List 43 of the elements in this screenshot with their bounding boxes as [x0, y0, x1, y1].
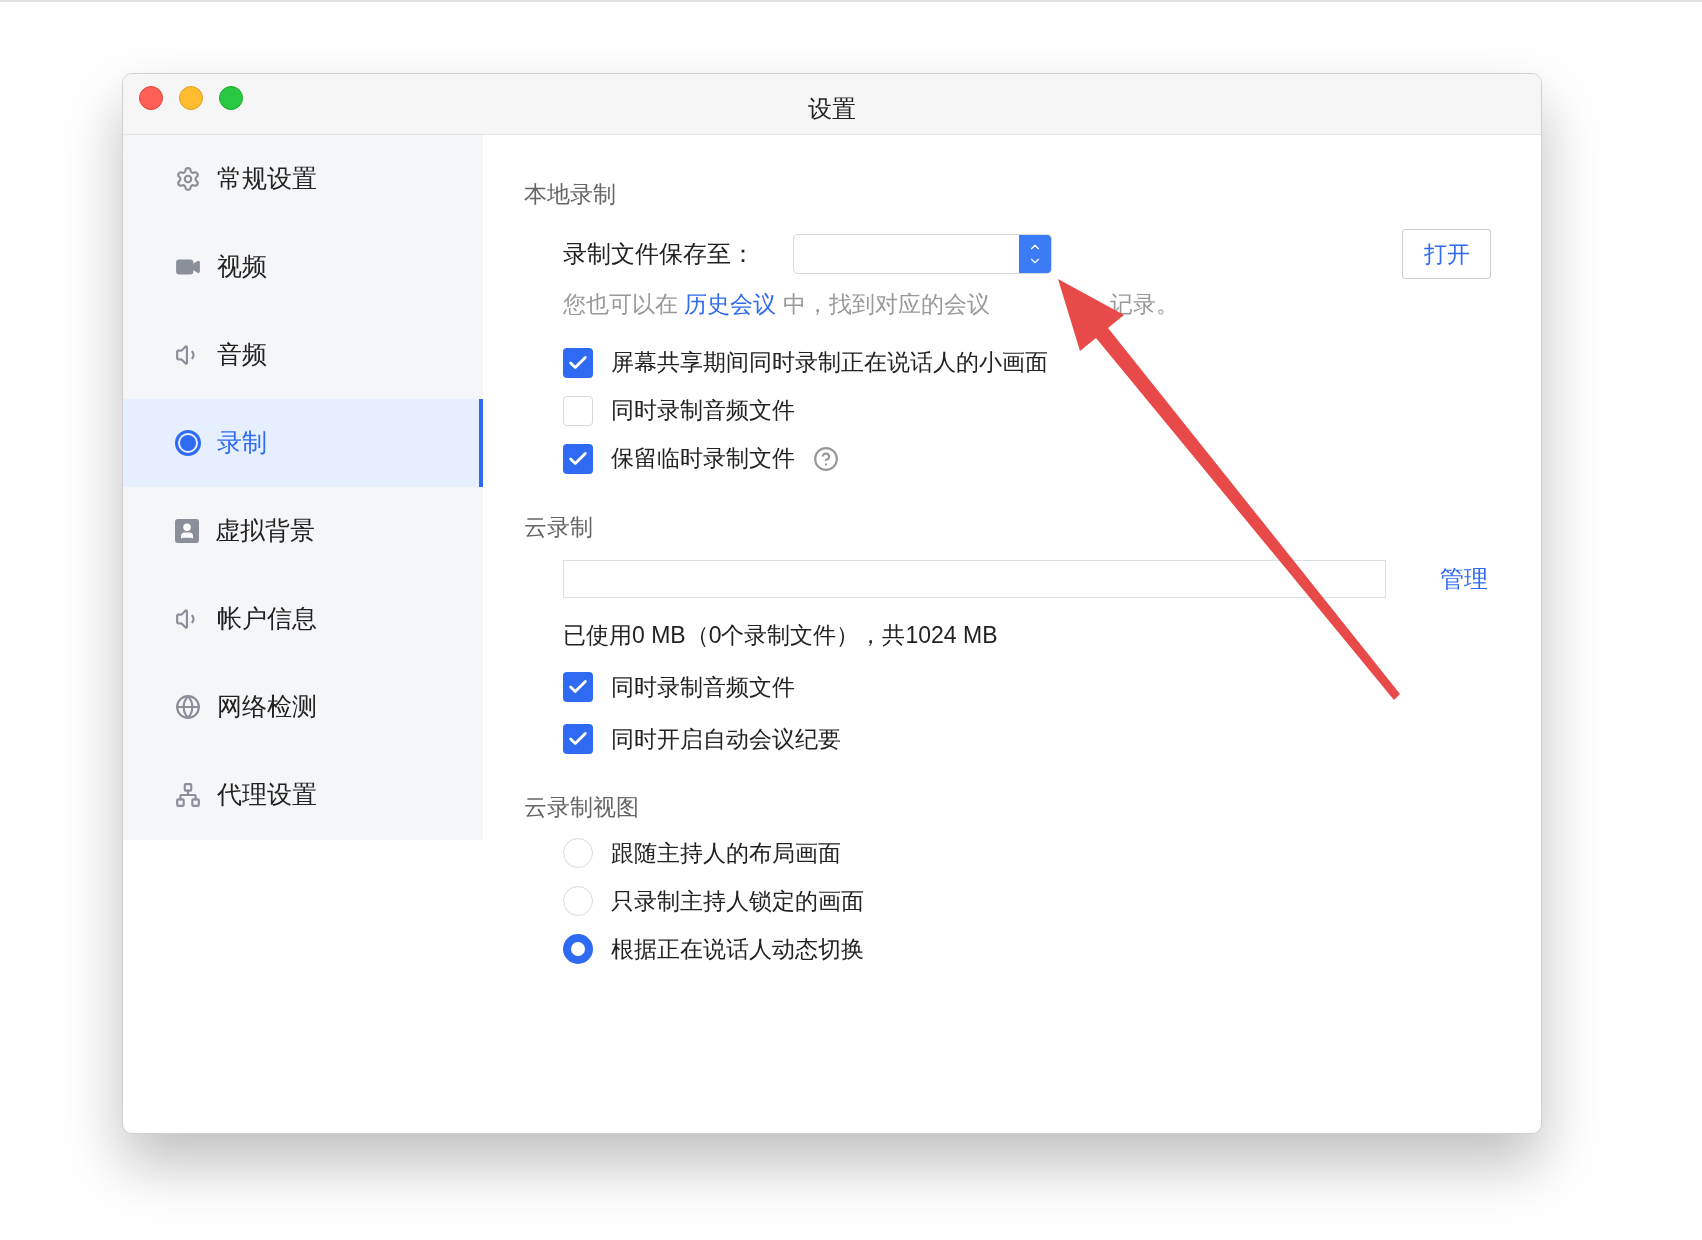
sidebar-item[interactable]: 帐户信息 — [123, 575, 483, 663]
checkbox[interactable] — [563, 395, 593, 426]
radio-button[interactable] — [563, 934, 593, 964]
sidebar-item[interactable]: 网络检测 — [123, 663, 483, 751]
section-title: 本地录制 — [524, 180, 617, 209]
option-label: 同时录制音频文件 — [611, 396, 795, 426]
network-icon — [175, 782, 201, 808]
option-label: 根据正在说话人动态切换 — [611, 934, 864, 964]
option-label: 同时开启自动会议纪要 — [611, 724, 841, 754]
sidebar-item[interactable]: 音频 — [123, 311, 483, 399]
minimize-button[interactable] — [179, 86, 203, 110]
history-link[interactable]: 历史会议 — [684, 291, 777, 317]
option-label: 只录制主持人锁定的画面 — [611, 886, 864, 916]
section-title: 云录制视图 — [524, 793, 640, 822]
folder-select[interactable] — [793, 234, 1052, 274]
option-label: 屏幕共享期间同时录制正在说话人的小画面 — [611, 348, 1048, 378]
open-button[interactable]: 打开 — [1402, 229, 1491, 279]
globe-icon — [175, 694, 201, 720]
stepper-icon — [1019, 235, 1051, 273]
option-label: 保留临时录制文件 — [611, 444, 795, 474]
sidebar-item[interactable]: 代理设置 — [123, 751, 483, 839]
usage-text: 已使用0 MB（0个录制文件），共1024 MB — [563, 620, 999, 650]
checkbox[interactable] — [563, 443, 593, 474]
close-button[interactable] — [139, 86, 163, 110]
manage-link[interactable]: 管理 — [1440, 560, 1488, 597]
help-icon[interactable] — [813, 445, 839, 472]
gear-icon — [175, 166, 201, 192]
checkbox[interactable] — [563, 724, 593, 754]
zoom-button[interactable] — [219, 86, 243, 110]
sidebar-item[interactable]: 常规设置 — [123, 135, 483, 223]
record-icon — [175, 430, 201, 456]
checkbox[interactable] — [563, 672, 593, 702]
option-label: 跟随主持人的布局画面 — [611, 838, 841, 868]
sidebar-item[interactable]: 虚拟背景 — [123, 487, 483, 575]
option-label: 同时录制音频文件 — [611, 672, 795, 702]
checkbox[interactable] — [563, 347, 593, 378]
sidebar-item[interactable]: 视频 — [123, 223, 483, 311]
section-title: 云录制 — [524, 512, 594, 542]
portrait-icon — [175, 519, 199, 543]
hint-text: 您也可以在 历史会议 中，找到对应的会议 — [563, 290, 990, 319]
window-title: 设置 — [808, 94, 856, 124]
field-label: 录制文件保存至： — [563, 239, 756, 269]
sidebar-item[interactable]: 录制 — [123, 399, 483, 487]
